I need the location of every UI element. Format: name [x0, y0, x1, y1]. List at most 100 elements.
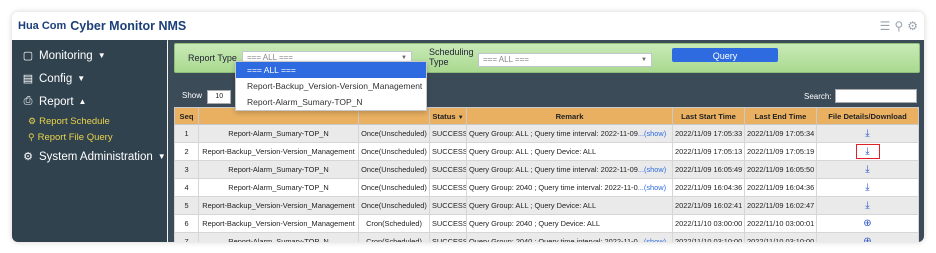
cell-remark: Query Group: 2040 ; Query Device: ALL: [466, 214, 673, 233]
cell-report-name: Report-Alarm_Sumary-TOP_N: [198, 178, 359, 197]
scheduling-type-value: === ALL ===: [483, 55, 529, 64]
column-header[interactable]: Last End Time: [744, 107, 817, 125]
cell-schedule: Once(Unscheduled): [358, 196, 430, 215]
cell-last-start-time: 2022/11/10 03:10:00: [672, 232, 745, 242]
cell-remark: Query Group: 2040 ; Query time interval:…: [466, 178, 673, 197]
cell-seq-text: 1: [184, 129, 189, 138]
show-more-link[interactable]: ...(show): [638, 129, 666, 138]
query-button[interactable]: Query: [672, 48, 778, 62]
cell-status: SUCCESS: [429, 232, 467, 242]
table-row: 4 Report-Alarm_Sumary-TOP_N Once(Unschedul…: [174, 178, 919, 197]
cell-status-text: SUCCESS: [432, 129, 467, 138]
page-size-select[interactable]: 10: [207, 90, 232, 104]
cell-seq: 5: [174, 196, 199, 215]
cell-file-details: ⤓: [816, 196, 919, 215]
cell-remark-text: Query Group: ALL ; Query time interval: …: [469, 165, 638, 174]
column-header[interactable]: Last Start Time: [672, 107, 745, 125]
sidebar-item-config[interactable]: ▤ Config ▼: [12, 67, 167, 90]
user-icon[interactable]: ⚲: [894, 19, 903, 33]
cell-status-text: SUCCESS: [432, 201, 467, 210]
download-icon[interactable]: ⤓: [861, 127, 875, 140]
sidebar-subitem-label: Report File Query: [37, 131, 113, 143]
cell-last-end-time: 2022/11/09 16:02:47: [744, 196, 817, 215]
cell-last-end-time-text: 2022/11/09 17:05:19: [747, 147, 815, 156]
cell-last-end-time-text: 2022/11/09 16:05:50: [747, 165, 815, 174]
top-icons: ☰ ⚲ ⚙: [880, 19, 918, 33]
column-header[interactable]: File Details/Download: [816, 107, 919, 125]
sidebar-subitem-label: Report Schedule: [39, 115, 110, 127]
column-header[interactable]: Remark: [466, 107, 673, 125]
cell-last-end-time: 2022/11/09 16:04:36: [744, 178, 817, 197]
cell-report-name: Report-Backup_Version-Version_Management: [198, 214, 359, 233]
cell-last-end-time: 2022/11/09 16:05:50: [744, 160, 817, 179]
sidebar-item-report[interactable]: ⎙ Report ▲: [12, 90, 167, 113]
sidebar-item-label: Monitoring: [39, 49, 93, 62]
search-control: Search:: [804, 89, 917, 103]
chevron-up-icon: ▲: [78, 97, 87, 106]
chevron-down-icon: ▼: [77, 74, 86, 83]
cell-schedule-text: Once(Unscheduled): [361, 201, 427, 210]
chevron-down-icon: ▼: [97, 51, 106, 60]
menu-icon[interactable]: ☰: [880, 19, 891, 33]
scheduling-type-label-1: Scheduling: [429, 47, 474, 57]
document-icon: ▤: [22, 73, 34, 85]
sidebar-item-monitoring[interactable]: ▢ Monitoring ▼: [12, 44, 167, 67]
zoom-in-icon[interactable]: ⊕: [861, 217, 875, 230]
download-icon[interactable]: ⤓: [861, 199, 875, 212]
cell-last-start-time: 2022/11/10 03:00:00: [672, 214, 745, 233]
sidebar-item-label: Config: [39, 72, 73, 85]
cell-seq: 3: [174, 160, 199, 179]
sidebar-subitem-report-schedule[interactable]: ⚙ Report Schedule: [12, 113, 167, 129]
settings-icon[interactable]: ⚙: [907, 19, 918, 33]
cell-schedule: Once(Unscheduled): [358, 124, 430, 143]
gear-icon: ⚙: [23, 151, 33, 163]
show-more-link[interactable]: ...(show): [638, 237, 666, 242]
column-header-status[interactable]: Status ▼: [429, 107, 467, 125]
cell-schedule-text: Once(Unscheduled): [361, 147, 427, 156]
table-row: 5 Report-Backup_Version-Version_Managemen…: [174, 196, 919, 215]
cell-last-start-time: 2022/11/09 16:02:41: [672, 196, 745, 215]
cell-schedule: Cron(Scheduled): [358, 232, 430, 242]
cell-remark: Query Group: ALL ; Query Device: ALL: [466, 196, 673, 215]
cell-remark: Query Group: ALL ; Query time interval: …: [466, 160, 673, 179]
cell-schedule-text: Once(Unscheduled): [361, 165, 427, 174]
cell-status: SUCCESS: [429, 142, 467, 161]
top-bar: Hua Com Cyber Monitor NMS ☰ ⚲ ⚙: [12, 12, 924, 41]
scheduling-type-select[interactable]: === ALL === ▼: [478, 53, 652, 67]
cell-schedule-text: Once(Unscheduled): [361, 183, 427, 192]
cell-status: SUCCESS: [429, 160, 467, 179]
cell-remark: Query Group: ALL ; Query time interval: …: [466, 124, 673, 143]
cell-file-details: ⤓: [816, 178, 919, 197]
column-header[interactable]: Seq: [174, 107, 199, 125]
download-icon[interactable]: ⤓: [861, 181, 875, 194]
report-type-dropdown: === ALL === Report-Backup_Version-Versio…: [235, 61, 427, 111]
cell-last-start-time-text: 2022/11/09 17:05:13: [675, 147, 743, 156]
download-icon[interactable]: ⤓: [855, 144, 880, 159]
show-more-link[interactable]: ...(show): [638, 183, 666, 192]
cell-last-start-time-text: 2022/11/09 16:04:36: [675, 183, 743, 192]
table-row: 2 Report-Backup_Version-Version_Managemen…: [174, 142, 919, 161]
printer-icon: ⎙: [23, 95, 33, 107]
zoom-in-icon[interactable]: ⊕: [861, 235, 875, 242]
dropdown-option[interactable]: Report-Backup_Version-Version_Management: [236, 78, 426, 94]
cell-remark: Query Group: 2040 ; Query time interval:…: [466, 232, 673, 242]
cell-status: SUCCESS: [429, 196, 467, 215]
cell-report-name-text: Report-Alarm_Sumary-TOP_N: [228, 183, 329, 192]
cell-remark-text: Query Group: 2040 ; Query time interval:…: [469, 183, 638, 192]
dropdown-option[interactable]: === ALL ===: [236, 62, 426, 78]
search-input[interactable]: [834, 89, 917, 103]
sidebar-subitem-report-file-query[interactable]: ⚲ Report File Query: [12, 129, 167, 145]
cell-status-text: SUCCESS: [432, 183, 467, 192]
cell-last-start-time-text: 2022/11/10 03:00:00: [675, 219, 743, 228]
search-label: Search:: [804, 91, 832, 101]
cell-last-end-time-text: 2022/11/09 17:05:34: [747, 129, 815, 138]
cell-schedule: Once(Unscheduled): [358, 160, 430, 179]
download-icon[interactable]: ⤓: [861, 163, 875, 176]
show-more-link[interactable]: ...(show): [638, 165, 666, 174]
table-row: 6 Report-Backup_Version-Version_Managemen…: [174, 214, 919, 233]
cell-seq-text: 3: [184, 165, 189, 174]
dropdown-option[interactable]: Report-Alarm_Sumary-TOP_N: [236, 94, 426, 110]
cell-status: SUCCESS: [429, 214, 467, 233]
page-size-control: Show 10: [182, 90, 232, 104]
sidebar-item-system-administration[interactable]: ⚙ System Administration ▼: [12, 145, 167, 168]
